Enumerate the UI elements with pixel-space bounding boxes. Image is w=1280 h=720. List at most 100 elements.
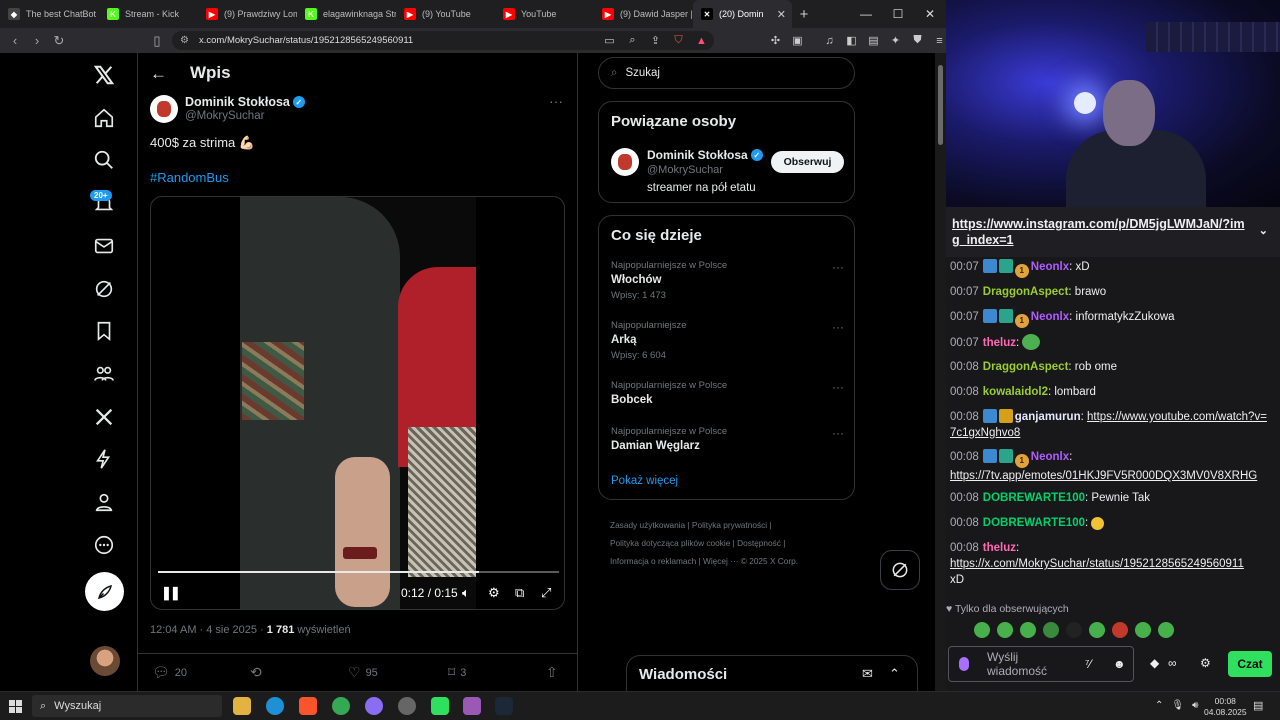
author-name[interactable]: Dominik Stokłosa ✓ [185, 95, 305, 109]
notification-center-icon[interactable]: ▤ [1253, 699, 1263, 712]
video-progress-bar[interactable] [158, 571, 559, 573]
reload-icon[interactable]: ↻ [48, 33, 70, 49]
vpn-icon[interactable]: ⛊ [908, 31, 927, 50]
x-logo-icon[interactable] [90, 61, 118, 89]
chat-message[interactable]: 00:07 theluz: [950, 334, 1270, 351]
emote-5[interactable] [1066, 622, 1082, 638]
chat-username[interactable]: DOBREWARTE100 [983, 492, 1085, 504]
reply-button[interactable]: 💬︎ 20 [152, 664, 187, 681]
browser-tab[interactable]: ✕ (20) Domin ✕ [693, 0, 792, 28]
browser-tab[interactable]: K Stream - Kick [99, 0, 198, 28]
chat-link[interactable]: https://7tv.app/emotes/01HKJ9FV5R000DQX3… [950, 470, 1257, 482]
repost-button[interactable]: ⟲ [250, 664, 262, 681]
like-button[interactable]: ♡ 95 [348, 664, 378, 681]
extensions-icon[interactable]: ✣ [766, 31, 785, 50]
related-handle[interactable]: @MokrySuchar [647, 164, 723, 176]
browser-tab[interactable]: ▶ (9) Dawid Jasper | [594, 0, 693, 28]
trend-item[interactable]: Najpopularniejsze Arką Wpisy: 6 604 ··· [611, 320, 844, 361]
chat-message[interactable]: 00:08 ganjamurun: https://www.youtube.com… [950, 409, 1270, 441]
edge-icon[interactable] [266, 697, 284, 715]
trend-item[interactable]: Najpopularniejsze w Polsce Damian Węglarz… [611, 426, 844, 452]
wallet-icon[interactable]: ▤ [864, 31, 883, 50]
trend-more-icon[interactable]: ··· [832, 320, 844, 334]
footer-line-3[interactable]: Informacja o reklamach | Więcej ··· © 20… [610, 552, 850, 570]
emote-2[interactable] [997, 622, 1013, 638]
chat-message[interactable]: 00:07 DraggonAspect: brawo [950, 284, 1270, 300]
emote-3[interactable] [1020, 622, 1036, 638]
forward-nav-icon[interactable]: › [26, 33, 48, 48]
chat-username[interactable]: DOBREWARTE100 [983, 517, 1085, 529]
chat-username[interactable]: DraggonAspect [983, 286, 1069, 298]
messages-icon[interactable] [90, 232, 118, 260]
browser-tab[interactable]: ▶ YouTube [495, 0, 594, 28]
cast-icon[interactable]: ▭ [600, 31, 619, 50]
chat-message[interactable]: 00:08 DOBREWARTE100: [950, 515, 1270, 531]
volume-tray-icon[interactable]: 🔊︎ [1192, 700, 1198, 711]
premium-icon[interactable] [90, 403, 118, 431]
trend-more-icon[interactable]: ··· [832, 426, 844, 440]
search-input[interactable]: ⌕ Szukaj [598, 57, 855, 89]
pinned-message[interactable]: https://www.instagram.com/p/DM5jgLWMJaN/… [946, 207, 1280, 257]
zoom-icon[interactable]: ⌕ [623, 31, 642, 50]
obs-icon[interactable] [398, 697, 416, 715]
emote-6[interactable] [1089, 622, 1105, 638]
kick-app-icon[interactable] [431, 697, 449, 715]
mic-tray-icon[interactable]: 🎙︎ [1171, 700, 1184, 711]
emote-4[interactable] [1043, 622, 1059, 638]
chat-message[interactable]: 00:08 1 Neonlx: https://7tv.app/emotes/01HK… [950, 449, 1270, 484]
chat-username[interactable]: Neonlx [1031, 311, 1069, 323]
post-timestamp[interactable]: 12:04 AM · 4 sie 2025 · [150, 624, 267, 636]
bookmark-page-icon[interactable]: ▯ [146, 33, 168, 49]
chat-message[interactable]: 00:08 theluz: https://x.com/MokrySuchar/st… [950, 540, 1270, 588]
verified-orgs-icon[interactable] [90, 445, 118, 473]
related-avatar[interactable] [611, 148, 639, 176]
tab-close-icon[interactable]: ✕ [777, 8, 786, 21]
footer-line-2[interactable]: Polityka dotycząca plików cookie | Dostę… [610, 534, 850, 552]
windows-start-icon[interactable] [9, 700, 22, 713]
site-settings-icon[interactable]: ⚙ [180, 35, 189, 46]
taskbar-clock[interactable]: 00:08 04.08.2025 [1204, 696, 1247, 718]
chat-username[interactable]: Neonlx [1031, 261, 1069, 273]
pinned-link[interactable]: https://www.instagram.com/p/DM5jgLWMJaN/… [952, 217, 1245, 247]
chat-username[interactable]: ganjamurun [1015, 411, 1081, 423]
brave-rewards-icon[interactable]: ▲ [692, 31, 711, 50]
video-player[interactable]: ❚❚ 0:12 / 0:15 🔈︎ ⚙ ⧉ ⤢ [150, 196, 565, 610]
tray-chevron-icon[interactable]: ⌃ [1155, 700, 1163, 711]
home-icon[interactable] [90, 104, 118, 132]
chat-link[interactable]: https://www.youtube.com/watch?v=7c1gxNgh… [950, 411, 1267, 439]
author-avatar[interactable] [150, 95, 178, 123]
chrome-icon[interactable] [332, 697, 350, 715]
new-tab-button[interactable]: + [792, 6, 816, 23]
screenshot-icon[interactable]: ▣ [788, 31, 807, 50]
browser-tab[interactable]: ▶ (9) YouTube [396, 0, 495, 28]
pip-icon[interactable]: ⧉ [515, 585, 524, 601]
steam-icon[interactable] [495, 697, 513, 715]
volume-icon[interactable]: 🔈︎ [462, 585, 470, 601]
profile-icon[interactable] [90, 488, 118, 516]
emoji-icon[interactable]: ☻ [1113, 657, 1126, 671]
chat-username[interactable]: theluz [983, 542, 1016, 554]
chat-input[interactable]: Wyślij wiadomość ⁷⁄ ☻ [948, 646, 1134, 682]
hashtag-link[interactable]: #RandomBus [150, 170, 229, 185]
scrollbar-thumb[interactable] [938, 65, 943, 145]
chat-message[interactable]: 00:08 DOBREWARTE100: Pewnie Tak [950, 490, 1270, 506]
chat-username[interactable]: Neonlx [1031, 451, 1069, 463]
pause-icon[interactable]: ❚❚ [161, 585, 181, 601]
trend-item[interactable]: Najpopularniejsze w Polsce Bobcek ··· [611, 380, 844, 406]
trend-more-icon[interactable]: ··· [832, 380, 844, 394]
browser-tab[interactable]: ◆ The best ChatBot [0, 0, 99, 28]
chat-username[interactable]: kowalaidol2 [983, 386, 1048, 398]
app-icon[interactable] [463, 697, 481, 715]
grok-fab-icon[interactable] [880, 550, 920, 590]
bits-icon[interactable]: ◆ [1150, 656, 1159, 670]
chat-message[interactable]: 00:08 kowalaidol2: lombard [950, 384, 1270, 400]
communities-icon[interactable] [90, 360, 118, 388]
chat-send-button[interactable]: Czat [1228, 651, 1272, 677]
trend-item[interactable]: Najpopularniejsze w Polsce Włochów Wpisy: … [611, 260, 844, 301]
back-nav-icon[interactable]: ‹ [4, 33, 26, 48]
related-name[interactable]: Dominik Stokłosa ✓ [647, 148, 763, 162]
close-window-button[interactable]: ✕ [914, 0, 946, 28]
chat-username[interactable]: DraggonAspect [983, 361, 1069, 373]
back-arrow-icon[interactable]: ← [150, 64, 167, 84]
account-avatar[interactable] [90, 646, 120, 676]
